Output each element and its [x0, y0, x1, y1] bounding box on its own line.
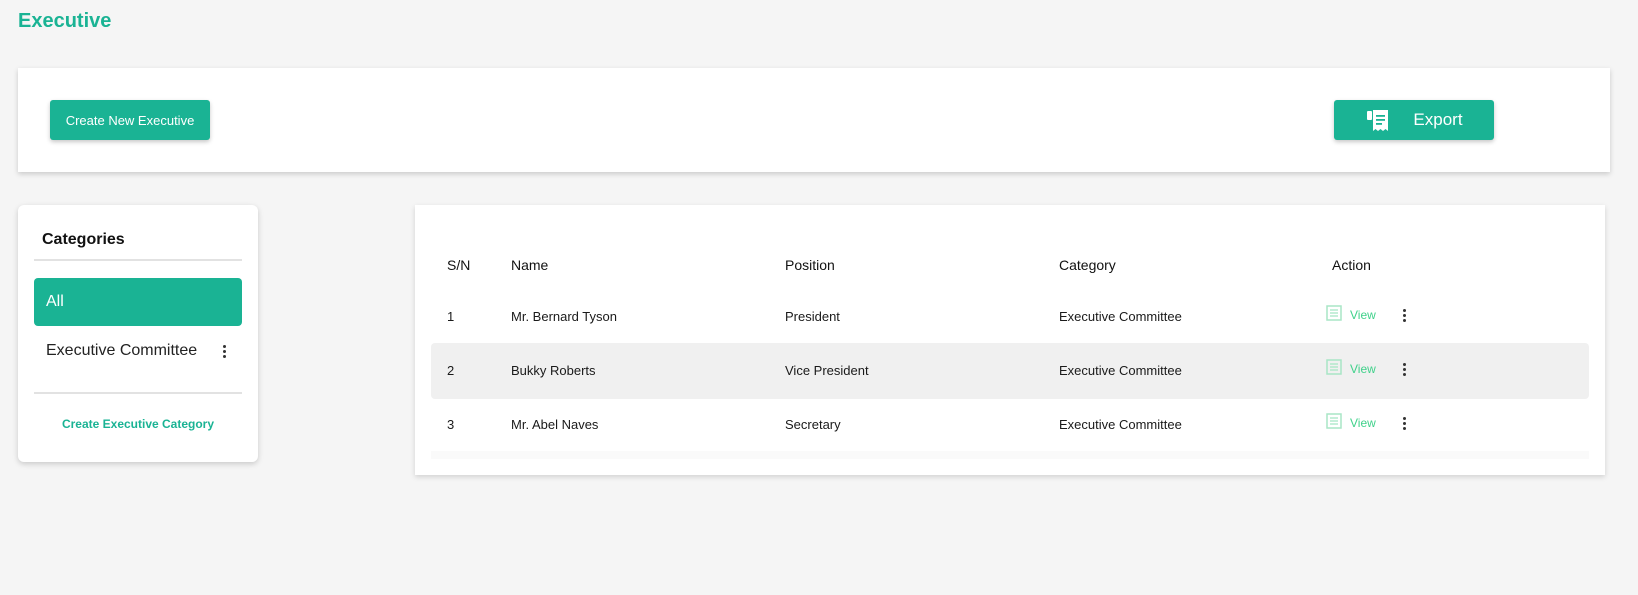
view-label: View [1350, 415, 1376, 430]
categories-panel: Categories All Executive Committee Creat… [18, 205, 258, 462]
column-header-sn: S/N [447, 257, 471, 273]
cell-name: Mr. Bernard Tyson [511, 309, 617, 324]
executives-table: S/N Name Position Category Action 1 Mr. … [415, 205, 1605, 475]
export-button[interactable]: Export [1334, 100, 1494, 140]
more-vertical-icon[interactable] [1398, 307, 1410, 323]
view-button[interactable]: View [1326, 305, 1376, 324]
column-header-action: Action [1332, 257, 1371, 273]
list-icon [1326, 359, 1342, 378]
cell-position: Vice President [785, 363, 869, 378]
column-header-category: Category [1059, 257, 1116, 273]
cell-category: Executive Committee [1059, 363, 1182, 378]
divider [34, 392, 242, 394]
table-row: 3 Mr. Abel Naves Secretary Executive Com… [431, 397, 1589, 453]
table-row: 2 Bukky Roberts Vice President Executive… [431, 343, 1589, 399]
cell-sn: 1 [447, 309, 455, 324]
categories-heading: Categories [42, 231, 125, 248]
cell-name: Mr. Abel Naves [511, 417, 599, 432]
column-header-position: Position [785, 257, 835, 273]
more-vertical-icon[interactable] [1398, 361, 1410, 377]
cell-sn: 2 [447, 363, 455, 378]
cell-category: Executive Committee [1059, 417, 1182, 432]
category-item-executive-committee[interactable]: Executive Committee [34, 331, 242, 371]
category-item-all[interactable]: All [34, 278, 242, 326]
receipt-icon [1365, 107, 1391, 133]
list-icon [1326, 305, 1342, 324]
toolbar-card: Create New Executive Export [18, 68, 1610, 172]
table-footer-spacer [431, 451, 1589, 459]
divider [34, 259, 242, 261]
view-label: View [1350, 307, 1376, 322]
view-button[interactable]: View [1326, 359, 1376, 378]
more-vertical-icon[interactable] [218, 343, 230, 359]
cell-name: Bukky Roberts [511, 363, 596, 378]
export-label: Export [1413, 110, 1463, 129]
view-button[interactable]: View [1326, 413, 1376, 432]
more-vertical-icon[interactable] [1398, 415, 1410, 431]
list-icon [1326, 413, 1342, 432]
table-row: 1 Mr. Bernard Tyson President Executive … [431, 289, 1589, 345]
view-label: View [1350, 361, 1376, 376]
cell-position: President [785, 309, 840, 324]
cell-sn: 3 [447, 417, 455, 432]
category-item-label: Executive Committee [46, 342, 198, 359]
column-header-name: Name [511, 257, 549, 273]
cell-position: Secretary [785, 417, 841, 432]
cell-category: Executive Committee [1059, 309, 1182, 324]
create-executive-button[interactable]: Create New Executive [50, 100, 210, 140]
create-category-link[interactable]: Create Executive Category [18, 417, 258, 431]
page-title: Executive [18, 10, 112, 32]
